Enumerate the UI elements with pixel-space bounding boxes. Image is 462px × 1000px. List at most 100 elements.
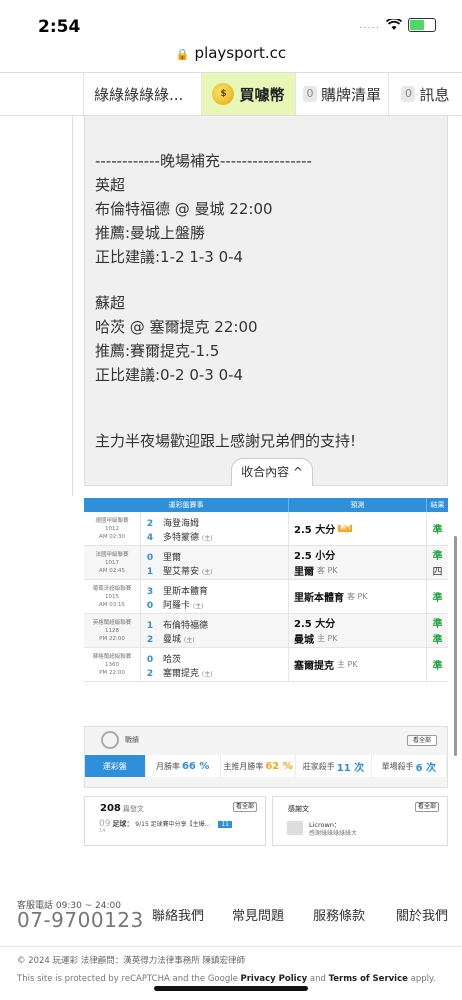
- record-tab-value: 62 %: [265, 760, 293, 772]
- result-cell: 準準: [427, 614, 448, 647]
- cart-label: 購牌清單: [320, 85, 381, 104]
- article-line: 英超: [95, 176, 126, 194]
- table-row: 英格蘭超級聯賽 1128 PM 22:00 1 布倫特福德 2 曼城 (主) 2.5…: [84, 614, 448, 648]
- away-score: 0: [146, 655, 154, 665]
- scrollbar[interactable]: [454, 536, 457, 756]
- match-cell: 1 布倫特福德 2 曼城 (主): [141, 614, 289, 647]
- result-cell: 準: [427, 512, 448, 545]
- status-time: 2:54: [38, 17, 81, 37]
- record-tab-label: 月勝率: [155, 761, 180, 771]
- home-score: 4: [146, 533, 154, 543]
- prediction-cell: 2.5 大分 熱門: [289, 512, 427, 545]
- prediction-item: 曼城主 PK: [289, 631, 426, 648]
- result-item: 四: [432, 567, 443, 579]
- game-time: AM 02:45: [98, 568, 126, 574]
- privacy-link[interactable]: Privacy Policy: [241, 974, 308, 984]
- post-item[interactable]: 09 足球： 9/15 足球賽中分享【主爆... 11: [99, 819, 232, 829]
- message-button[interactable]: 0 訊息: [388, 73, 462, 115]
- home-team: 2 曼城 (主): [143, 632, 195, 645]
- status-icons: .....: [359, 18, 436, 32]
- footer-link-about[interactable]: 關於我們: [396, 905, 448, 924]
- result-item: 準: [432, 525, 443, 536]
- cart-button[interactable]: 0 購牌清單: [295, 73, 388, 115]
- match-cell: 0 哈茨 2 塞爾提克 (主): [141, 648, 289, 681]
- footer-link-contact[interactable]: 聯絡我們: [152, 905, 204, 924]
- result-cell: 準: [427, 648, 448, 681]
- away-team: 0 里爾: [143, 550, 181, 563]
- home-name: 多特蒙德: [163, 533, 200, 543]
- record-tab-label: 主推月勝率: [223, 761, 264, 771]
- posts-card[interactable]: 208 篇發文 看全部 09 足球： 9/15 足球賽中分享【主爆... 11 1…: [84, 796, 266, 846]
- away-name: 布倫特福德: [163, 621, 209, 631]
- post-text: 9/15 足球賽中分享【主爆...: [135, 821, 211, 828]
- result-item: 準: [432, 618, 443, 630]
- table-row: 蘇格蘭超級聯賽 1360 PM 22:00 0 哈茨 2 塞爾提克 (主) 塞爾提克…: [84, 648, 448, 682]
- league-name: 英格蘭超級聯賽: [92, 620, 132, 626]
- record-tab[interactable]: 主推月勝率 62 %: [221, 755, 297, 777]
- buy-coin-label: 買噱幣: [239, 85, 285, 104]
- buy-coin-button[interactable]: $ 買噱幣: [201, 73, 295, 115]
- league-cell: 德國甲級聯賽 1012 AM 02:30: [84, 512, 141, 545]
- record-tab[interactable]: 運彩盤: [85, 755, 146, 777]
- lock-icon: 🔒: [175, 48, 190, 61]
- record-tab-value: 66 %: [181, 760, 210, 772]
- captcha-text: This site is protected by reCAPTCHA and …: [17, 974, 241, 984]
- away-team: 1 布倫特福德: [143, 618, 208, 631]
- league-name: 法國甲級聯賽: [95, 552, 129, 558]
- result-item: 準: [432, 635, 443, 647]
- record-tab-value: 6 次: [415, 762, 437, 774]
- away-score: 3: [146, 587, 154, 597]
- posts-view-all-button[interactable]: 看全部: [233, 802, 257, 812]
- home-indicator[interactable]: [154, 986, 308, 991]
- wifi-icon: [386, 19, 402, 30]
- table-header: 運彩盤賽事 預測 結果: [84, 498, 448, 512]
- prediction-sub: 主 PK: [317, 634, 338, 644]
- thanks-card[interactable]: 感謝文 看全部 Licrown： 感謝綠綠綠綠綠大: [272, 796, 448, 846]
- status-bar: 2:54 .....: [0, 0, 462, 44]
- result-item: 準: [432, 593, 443, 604]
- home-name: 阿羅卡: [163, 601, 191, 611]
- prediction-item: 里斯本體育客 PK: [289, 588, 426, 605]
- table-row: 德國甲級聯賽 1012 AM 02:30 2 海登海姆 4 多特蒙德 (主) 2.5…: [84, 512, 448, 546]
- record-view-all-button[interactable]: 看全部: [407, 735, 437, 746]
- content-border: [72, 116, 73, 496]
- record-tabs: 運彩盤 月勝率 66 % 主推月勝率 62 % 莊家殺手 11 次單場殺手 6 次: [85, 755, 447, 777]
- footer-link-terms[interactable]: 服務條款: [313, 905, 365, 924]
- away-name: 哈茨: [163, 655, 182, 665]
- table-row: 法國甲級聯賽 1017 AM 02:45 0 里爾 1 聖艾蒂安 (主) 2.5 小…: [84, 546, 448, 580]
- address-bar[interactable]: 🔒 playsport.cc: [0, 44, 462, 72]
- hotline-number[interactable]: 07-9700123: [17, 908, 144, 932]
- post-category: 足球：: [112, 820, 134, 828]
- match-cell: 3 里斯本體育 0 阿羅卡 (主): [141, 580, 289, 613]
- prediction-text: 曼城: [294, 635, 314, 647]
- home-name: 曼城: [163, 635, 182, 645]
- home-name: 聖艾蒂安: [163, 567, 200, 577]
- article-line: ------------晚場補充-----------------: [95, 152, 312, 170]
- battery-icon: [408, 18, 436, 32]
- url-text: playsport.cc: [194, 44, 287, 62]
- game-time: AM 02:30: [98, 534, 126, 540]
- footer-link-faq[interactable]: 常見問題: [232, 905, 284, 924]
- record-tab[interactable]: 莊家殺手 11 次: [296, 755, 372, 777]
- terms-link[interactable]: Terms of Service: [329, 974, 408, 984]
- article-line: 蘇超: [95, 294, 126, 312]
- league-cell: 英格蘭超級聯賽 1128 PM 22:00: [84, 614, 141, 647]
- article-line: 正比建議:1-2 1-3 0-4: [95, 248, 244, 266]
- league-cell: 葡萄牙超級聯賽 1015 AM 03:15: [84, 580, 141, 613]
- record-tab[interactable]: 月勝率 66 %: [146, 755, 221, 777]
- record-tab-label: 單場殺手: [381, 761, 414, 771]
- home-team: 0 阿羅卡 (主): [143, 598, 204, 611]
- collapse-button[interactable]: 收合內容 ^: [231, 458, 313, 486]
- away-name: 海登海姆: [163, 519, 200, 529]
- record-tab[interactable]: 單場殺手 6 次: [372, 755, 447, 777]
- prediction-text: 里爾: [294, 567, 314, 579]
- away-score: 1: [146, 621, 154, 631]
- header-result: 結果: [430, 501, 445, 509]
- recaptcha-notice: This site is protected by reCAPTCHA and …: [17, 974, 436, 984]
- prediction-cell: 塞爾提克主 PK: [289, 648, 427, 681]
- thanks-view-all-button[interactable]: 看全部: [415, 802, 439, 812]
- header-match: 運彩盤賽事: [84, 498, 289, 512]
- message-count-badge: 0: [401, 86, 416, 102]
- nav-user[interactable]: 綠綠綠綠綠...: [83, 73, 201, 115]
- record-icon: [101, 731, 119, 749]
